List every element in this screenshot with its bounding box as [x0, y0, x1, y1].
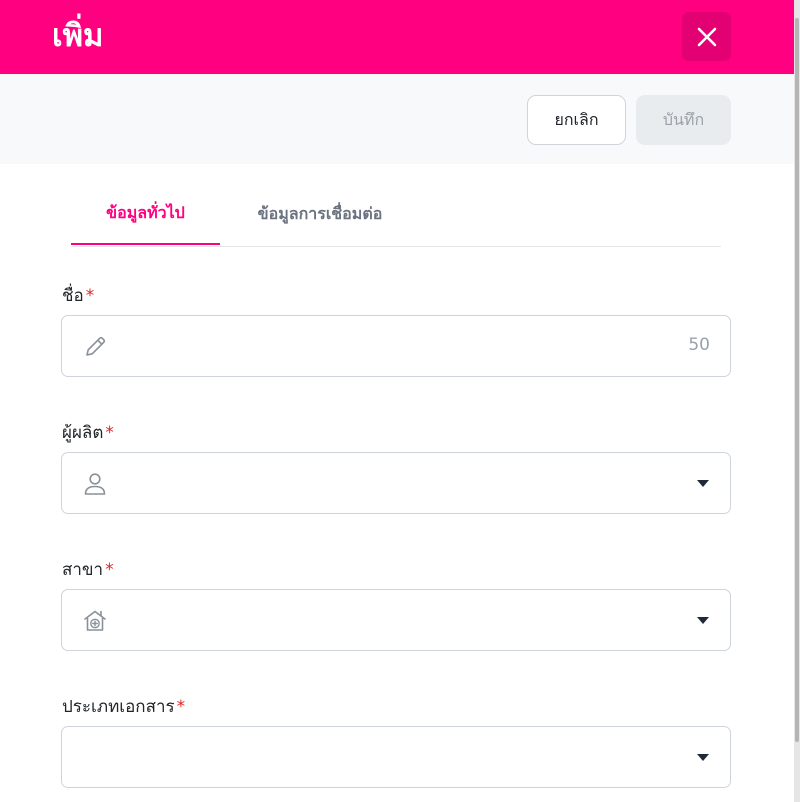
document-type-select[interactable] [61, 726, 731, 788]
chevron-down-icon [697, 754, 709, 761]
add-dialog: เพิ่ม ยกเลิก บันทึก ข้อมูลทั่วไป ข้อมูลก… [0, 0, 794, 802]
action-toolbar: ยกเลิก บันทึก [0, 74, 794, 164]
close-icon [697, 27, 716, 46]
scrollbar[interactable] [794, 0, 800, 802]
page-title: เพิ่ม [52, 18, 104, 54]
branch-label-text: สาขา [62, 560, 104, 580]
chevron-down-icon [697, 617, 709, 624]
branch-select[interactable] [61, 589, 731, 651]
required-mark: * [85, 286, 95, 306]
name-label: ชื่อ * [62, 284, 94, 308]
character-counter: 50 [688, 335, 710, 355]
name-input[interactable]: 50 [61, 315, 731, 377]
user-icon [84, 473, 106, 495]
scrollbar-thumb[interactable] [795, 18, 799, 742]
required-mark: * [105, 423, 114, 443]
cancel-button[interactable]: ยกเลิก [527, 95, 626, 145]
tab-bar: ข้อมูลทั่วไป ข้อมูลการเชื่อมต่อ [71, 184, 721, 247]
dialog-header: เพิ่ม [0, 0, 794, 74]
pencil-icon [86, 336, 106, 356]
document-type-label: ประเภทเอกสาร * [62, 695, 185, 719]
clinic-icon [84, 610, 106, 631]
branch-label: สาขา * [62, 558, 114, 582]
required-mark: * [176, 697, 186, 717]
document-type-label-text: ประเภทเอกสาร [62, 697, 175, 717]
required-mark: * [105, 560, 114, 580]
close-button[interactable] [682, 12, 731, 61]
chevron-down-icon [697, 480, 709, 487]
manufacturer-label: ผู้ผลิต * [62, 421, 114, 445]
manufacturer-select[interactable] [61, 452, 731, 514]
manufacturer-label-text: ผู้ผลิต [62, 423, 104, 443]
save-button[interactable]: บันทึก [636, 95, 731, 145]
name-label-text: ชื่อ [62, 286, 84, 306]
tab-connection-info[interactable]: ข้อมูลการเชื่อมต่อ [220, 184, 420, 245]
tab-general-info[interactable]: ข้อมูลทั่วไป [71, 184, 220, 245]
